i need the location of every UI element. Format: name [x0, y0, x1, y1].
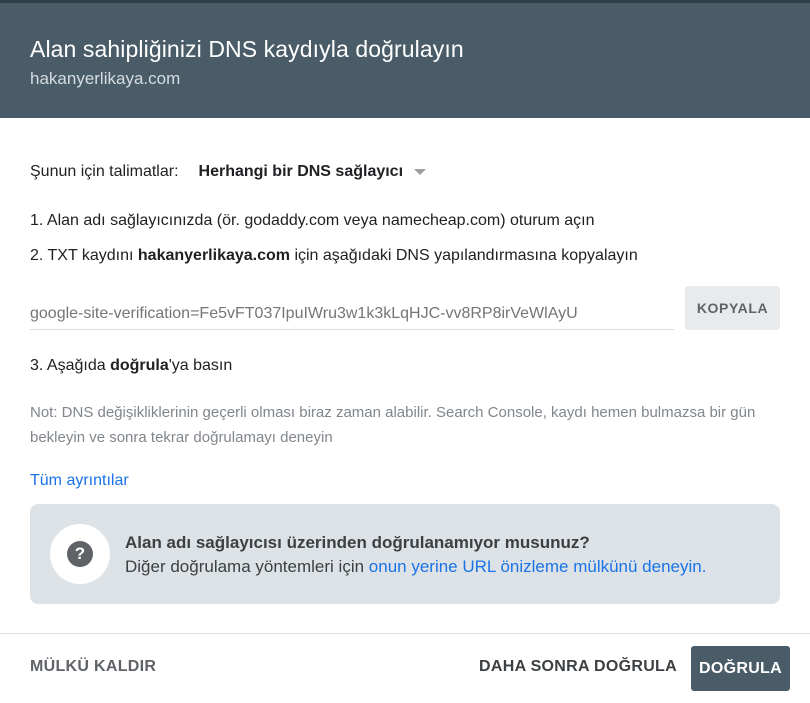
txt-record-field[interactable]: google-site-verification=Fe5vFT037IpuIWr…	[30, 305, 674, 330]
dropdown-arrow-icon	[414, 169, 427, 175]
step-2-suffix: için aşağıdaki DNS yapılandırmasına kopy…	[290, 247, 638, 264]
help-icon-circle: ?	[50, 524, 110, 584]
provider-selected-value: Herhangi bir DNS sağlayıcı	[198, 163, 404, 180]
help-callout: ? Alan adı sağlayıcısı üzerinden doğrula…	[30, 504, 780, 604]
domain-subtitle: hakanyerlikaya.com	[30, 69, 181, 88]
question-icon: ?	[67, 541, 93, 567]
dns-note: Not: DNS değişikliklerinin geçerli olmas…	[30, 404, 756, 446]
remove-property-button[interactable]: MÜLKÜ KALDIR	[30, 658, 156, 676]
all-details-link[interactable]: Tüm ayrıntılar	[30, 472, 129, 490]
instructions-row: Şunun için talimatlar: Herhangi bir DNS …	[30, 160, 427, 184]
help-title: Alan adı sağlayıcısı üzerinden doğrulana…	[125, 533, 590, 552]
step-1: 1. Alan adı sağlayıcınızda (ör. godaddy.…	[30, 212, 595, 229]
step-2-prefix: 2. TXT kaydını	[30, 247, 138, 264]
url-prefix-property-link[interactable]: onun yerine URL önizleme mülkünü deneyin…	[369, 557, 707, 576]
dialog-footer: MÜLKÜ KALDIR DAHA SONRA DOĞRULA DOĞRULA	[0, 633, 810, 703]
step-3: 3. Aşağıda doğrula'ya basın	[30, 357, 232, 375]
step-3-suffix: 'ya basın	[168, 357, 233, 374]
step-2-domain: hakanyerlikaya.com	[137, 247, 290, 264]
dialog-header: Alan sahipliğinizi DNS kaydıyla doğrulay…	[0, 3, 810, 118]
step-2: 2. TXT kaydını hakanyerlikaya.com için a…	[30, 247, 638, 265]
dialog-title: Alan sahipliğinizi DNS kaydıyla doğrulay…	[30, 36, 464, 62]
instructions-label: Şunun için talimatlar:	[30, 163, 179, 180]
step-3-bold: doğrula	[110, 357, 169, 374]
verify-later-button[interactable]: DAHA SONRA DOĞRULA	[479, 658, 677, 676]
help-body-prefix: Diğer doğrulama yöntemleri için	[125, 557, 369, 576]
help-body: Diğer doğrulama yöntemleri için onun yer…	[125, 557, 706, 577]
verify-button[interactable]: DOĞRULA	[691, 646, 790, 691]
provider-dropdown[interactable]: Herhangi bir DNS sağlayıcı	[199, 163, 427, 181]
copy-button[interactable]: KOPYALA	[685, 286, 780, 330]
step-3-prefix: 3. Aşağıda	[30, 357, 111, 374]
